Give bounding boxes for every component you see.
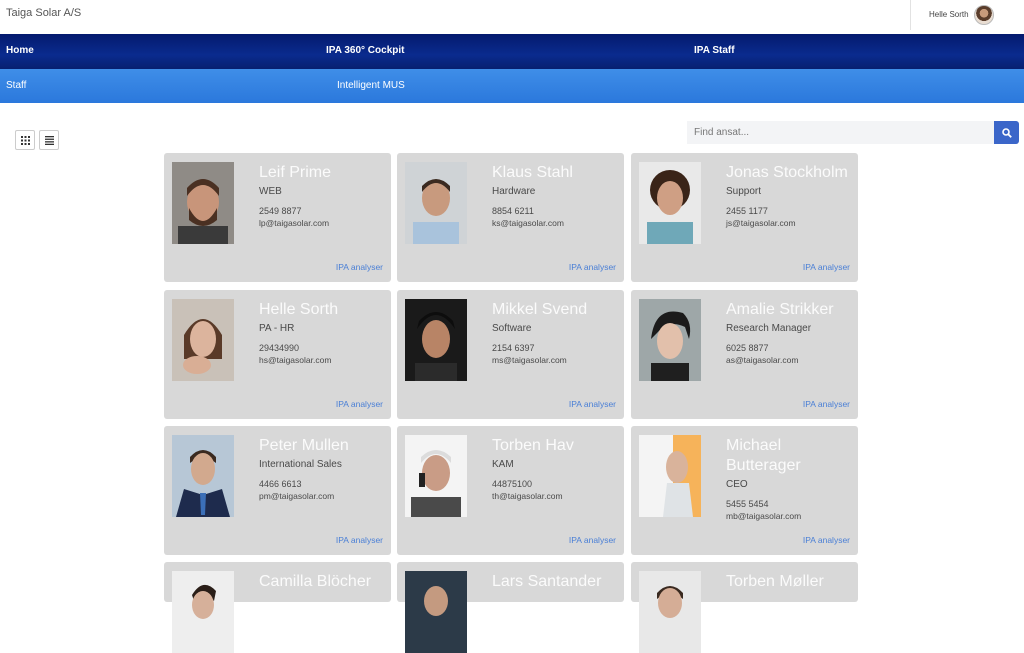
employee-photo [172,299,234,381]
employee-title: CEO [726,479,748,490]
ipa-analyser-link[interactable]: IPA analyser [336,535,383,545]
employee-email[interactable]: as@taigasolar.com [726,355,798,365]
employee-name: Mikkel Svend [492,301,588,318]
employee-card[interactable]: Mikkel Svend Software 2154 6397 ms@taiga… [397,290,624,419]
employee-title: KAM [492,459,514,470]
employee-name: Jonas Stockholm [726,164,848,181]
employee-card[interactable]: Peter Mullen International Sales 4466 66… [164,426,391,555]
primary-nav: Home IPA 360° Cockpit IPA Staff [0,34,1024,69]
employee-card[interactable]: Lars Santander [397,562,624,653]
employee-email[interactable]: mb@taigasolar.com [726,511,801,521]
employee-name: Amalie Strikker [726,301,834,318]
employee-name: Torben Møller [726,573,824,590]
employee-email[interactable]: pm@taigasolar.com [259,491,334,501]
employee-phone: 2154 6397 [492,343,535,353]
employee-card[interactable]: Klaus Stahl Hardware 8854 6211 ks@taigas… [397,153,624,282]
employee-email[interactable]: hs@taigasolar.com [259,355,331,365]
employee-title: Support [726,186,762,197]
employee-email[interactable]: ks@taigasolar.com [492,218,564,228]
employee-email[interactable]: ms@taigasolar.com [492,355,567,365]
employee-photo [405,435,467,517]
subnav-item-staff[interactable]: Staff [6,80,26,91]
employee-card[interactable]: Amalie Strikker Research Manager 6025 88… [631,290,858,419]
employee-name: Lars Santander [492,573,602,590]
employee-title: Software [492,323,532,334]
employee-name: Klaus Stahl [492,164,573,181]
employee-phone: 8854 6211 [492,206,534,216]
employee-card[interactable]: Jonas Stockholm Support 2455 1177 js@tai… [631,153,858,282]
nav-item-ipa-staff[interactable]: IPA Staff [694,45,735,56]
employee-card[interactable]: Michael Butterager CEO 5455 5454 mb@taig… [631,426,858,555]
employee-title: Research Manager [726,323,812,334]
ipa-analyser-link[interactable]: IPA analyser [803,535,850,545]
employee-name: Peter Mullen [259,437,349,454]
employee-email[interactable]: lp@taigasolar.com [259,218,329,228]
employee-phone: 29434990 [259,343,300,353]
nav-item-ipa-360-cockpit[interactable]: IPA 360° Cockpit [326,45,404,56]
employee-title: Hardware [492,186,536,197]
top-bar: Taiga Solar A/S Helle Sorth [0,0,1024,34]
user-menu[interactable]: Helle Sorth [910,0,1024,30]
employee-card[interactable]: Camilla Blöcher [164,562,391,653]
employee-name: Camilla Blöcher [259,573,372,590]
employee-card[interactable]: Leif Prime WEB 2549 8877 lp@taigasolar.c… [164,153,391,282]
employee-email[interactable]: js@taigasolar.com [726,218,796,228]
ipa-analyser-link[interactable]: IPA analyser [569,399,616,409]
avatar[interactable] [974,5,994,25]
employee-photo [639,435,701,517]
ipa-analyser-link[interactable]: IPA analyser [569,262,616,272]
employee-phone: 44875100 [492,479,533,489]
ipa-analyser-link[interactable]: IPA analyser [569,535,616,545]
employee-phone: 2549 8877 [259,206,302,216]
grid-view-button[interactable] [15,130,35,150]
ipa-analyser-link[interactable]: IPA analyser [803,262,850,272]
grid-icon [20,135,30,145]
employee-name: Helle Sorth [259,301,339,318]
employee-title: International Sales [259,459,342,470]
employee-title: PA - HR [259,323,295,334]
subnav-item-intelligent-mus[interactable]: Intelligent MUS [337,80,405,91]
ipa-analyser-link[interactable]: IPA analyser [803,399,850,409]
employee-phone: 6025 8877 [726,343,769,353]
employee-photo [405,162,467,244]
brand-name[interactable]: Taiga Solar A/S [6,7,81,19]
employee-title: WEB [259,186,282,197]
ipa-analyser-link[interactable]: IPA analyser [336,399,383,409]
employee-name: Michael Butterager [726,437,801,474]
employee-photo [639,571,701,653]
employee-card[interactable]: Helle Sorth PA - HR 29434990 hs@taigasol… [164,290,391,419]
employee-card[interactable]: Torben Hav KAM 44875100 th@taigasolar.co… [397,426,624,555]
employee-email[interactable]: th@taigasolar.com [492,491,563,501]
list-icon [44,135,54,145]
employee-photo [639,299,701,381]
employee-phone: 2455 1177 [726,206,768,216]
employee-photo [639,162,701,244]
employee-name: Torben Hav [492,437,574,454]
search-button[interactable] [994,121,1019,144]
employee-name: Leif Prime [259,164,332,181]
search-icon [1001,127,1012,138]
employee-card[interactable]: Torben Møller [631,562,858,653]
list-view-button[interactable] [39,130,59,150]
ipa-analyser-link[interactable]: IPA analyser [336,262,383,272]
secondary-nav: Staff Intelligent MUS [0,69,1024,103]
employee-photo [405,299,467,381]
employee-photo [172,435,234,517]
nav-item-home[interactable]: Home [6,45,34,56]
employee-phone: 5455 5454 [726,499,769,509]
employee-phone: 4466 6613 [259,479,302,489]
employee-photo [172,162,234,244]
search-input[interactable] [687,121,994,144]
employee-photo [172,571,234,653]
user-name: Helle Sorth [929,10,969,19]
employee-photo [405,571,467,653]
